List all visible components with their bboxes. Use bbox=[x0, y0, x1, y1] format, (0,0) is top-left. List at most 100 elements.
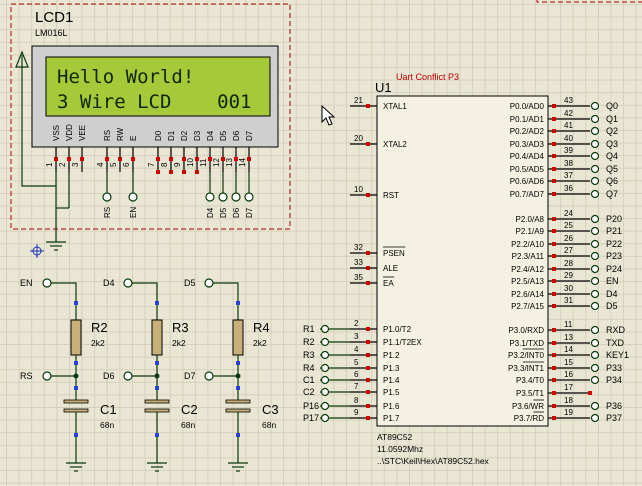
capacitor-plate bbox=[63, 408, 89, 413]
resistor-body bbox=[232, 319, 244, 356]
mcu-pin-marker bbox=[552, 154, 556, 158]
mcu-pin-number: 13 bbox=[564, 333, 573, 342]
mcu-pin-name: PSEN bbox=[383, 249, 405, 258]
lcd-model: LM016L bbox=[35, 28, 68, 38]
rc-pin-marker bbox=[236, 361, 240, 365]
mcu-pin-number: 32 bbox=[354, 243, 363, 252]
mcu-pin-name: P2.3/A11 bbox=[512, 252, 545, 261]
resistor-ref: R3 bbox=[172, 320, 189, 335]
rc-pin-marker bbox=[236, 433, 240, 437]
mcu-pin-name: P1.0/T2 bbox=[383, 325, 412, 334]
mcu-pin-name: XTAL2 bbox=[383, 140, 407, 149]
lcd-pin-number: 9 bbox=[173, 162, 182, 167]
mcu-net-label: P23 bbox=[606, 251, 622, 261]
mcu-pin-marker bbox=[552, 167, 556, 171]
mcu-net-label: P37 bbox=[606, 413, 622, 423]
capacitor-value: 68n bbox=[262, 420, 276, 430]
lcd-bus-terminal bbox=[102, 192, 112, 202]
mcu-pin-name: P3.3/INT1 bbox=[508, 364, 545, 373]
mcu-pin-marker bbox=[552, 229, 556, 233]
mcu-pin-number: 21 bbox=[354, 96, 363, 105]
mcu-net-label: Q0 bbox=[606, 101, 618, 111]
mcu-pin-name: P3.6/WR bbox=[512, 402, 544, 411]
mcu-net-terminal bbox=[590, 164, 600, 174]
rc-networks[interactable]: EN R2 2k2 RS C1 68n D4 R3 2k2 D6 C2 68n D5 R4 2k2 D7 C3 6… bbox=[20, 278, 279, 472]
mcu-pin-name: P2.6/A14 bbox=[511, 290, 544, 299]
mcu-pin-name: P2.0/A8 bbox=[516, 215, 545, 224]
mcu-pin-marker bbox=[366, 366, 370, 370]
mcu-net-label: P34 bbox=[606, 375, 622, 385]
mcu-net-terminal bbox=[590, 114, 600, 124]
mcu-pin-name: P3.5/T1 bbox=[516, 389, 545, 398]
mcu-pin-name: XTAL1 bbox=[383, 102, 407, 111]
mcu-net-label: TXD bbox=[606, 338, 625, 348]
mcu-net-label: P20 bbox=[606, 214, 622, 224]
lcd-pin-number: 10 bbox=[186, 158, 195, 167]
lcd-pin-marker bbox=[247, 157, 251, 161]
mcu-pin-name: P1.3 bbox=[383, 364, 400, 373]
mcu-pin-name: P2.5/A13 bbox=[511, 277, 544, 286]
mcu-pin-name: P3.0/RXD bbox=[508, 326, 544, 335]
origin-marker-icon bbox=[30, 244, 44, 258]
mcu-pin-marker bbox=[552, 404, 556, 408]
mcu-net-label: P36 bbox=[606, 401, 622, 411]
capacitor-plate bbox=[144, 408, 170, 413]
mcu-net-terminal bbox=[590, 276, 600, 286]
mcu-net-label: Q7 bbox=[606, 189, 618, 199]
mcu-pin-number: 14 bbox=[564, 345, 573, 354]
mcu-pin-name: P0.3/AD3 bbox=[510, 140, 545, 149]
mcu-pin-number: 17 bbox=[564, 383, 573, 392]
resistor-value: 2k2 bbox=[253, 338, 267, 348]
lcd-bus-terminal bbox=[205, 192, 215, 202]
mouse-cursor-icon bbox=[321, 104, 336, 126]
mcu-pin-marker bbox=[552, 292, 556, 296]
mcu-pin-number: 40 bbox=[564, 134, 573, 143]
rc-pin-marker bbox=[155, 433, 159, 437]
rc-pin-marker bbox=[236, 386, 240, 390]
lcd-pin-label: D5 bbox=[219, 130, 228, 141]
lcd-pin-number: 7 bbox=[147, 162, 156, 167]
mcu-net-label: R3 bbox=[303, 350, 315, 360]
mcu-pin-number: 3 bbox=[354, 332, 359, 341]
lcd-pin-marker bbox=[80, 157, 84, 161]
mcu-pin-number: 30 bbox=[564, 284, 573, 293]
mcu-pin-marker bbox=[552, 378, 556, 382]
mcu-pin-number: 38 bbox=[564, 159, 573, 168]
lcd-pin-label: D3 bbox=[193, 130, 202, 141]
mcu-net-terminal bbox=[320, 363, 330, 373]
lcd-pin-number: 3 bbox=[71, 162, 80, 167]
lcd-pin-label: D1 bbox=[167, 130, 176, 141]
lcd-pin-label: D2 bbox=[180, 130, 189, 141]
resistor-value: 2k2 bbox=[172, 338, 186, 348]
mcu-chip[interactable]: U1 Uart Conflict P3 21 XTAL1 20 XTAL2 10 RST 3… bbox=[303, 72, 629, 466]
mcu-pin-marker bbox=[552, 391, 556, 395]
mcu-pin-number: 10 bbox=[354, 185, 363, 194]
lcd-line-1: Hello World! bbox=[57, 66, 194, 88]
lcd-pin-marker bbox=[156, 157, 160, 161]
mcu-net-terminal bbox=[590, 375, 600, 385]
mcu-pin-number: 43 bbox=[564, 96, 573, 105]
mcu-net-terminal bbox=[590, 176, 600, 186]
mcu-pin-number: 19 bbox=[564, 408, 573, 417]
rc-pin-marker bbox=[155, 301, 159, 305]
mcu-pin-number: 41 bbox=[564, 121, 573, 130]
lcd-pin-number: 11 bbox=[199, 158, 208, 167]
mcu-pin-number: 31 bbox=[564, 296, 573, 305]
lcd-module[interactable]: LCD1 LM016L Hello World! 3 Wire LCD 001 … bbox=[10, 3, 291, 258]
schematic-canvas[interactable]: LCD1 LM016L Hello World! 3 Wire LCD 001 … bbox=[0, 0, 642, 486]
resistor-body bbox=[151, 319, 163, 356]
resistor-body bbox=[70, 319, 82, 356]
mcu-net-terminal bbox=[320, 337, 330, 347]
rc-mid-label: RS bbox=[20, 371, 33, 381]
mcu-net-label: RXD bbox=[606, 325, 626, 335]
lcd-bus-label: D6 bbox=[232, 207, 241, 218]
mcu-net-label: D4 bbox=[606, 289, 618, 299]
lcd-pin-label: E bbox=[129, 136, 138, 141]
mcu-pin-marker bbox=[552, 217, 556, 221]
mcu-net-label: Q1 bbox=[606, 114, 618, 124]
mcu-pin-number: 37 bbox=[564, 171, 573, 180]
rc-top-wire bbox=[132, 282, 158, 320]
lcd-pin-end bbox=[156, 170, 160, 174]
mcu-pin-name: P3.1/TXD bbox=[509, 339, 544, 348]
mcu-pin-marker bbox=[366, 281, 370, 285]
